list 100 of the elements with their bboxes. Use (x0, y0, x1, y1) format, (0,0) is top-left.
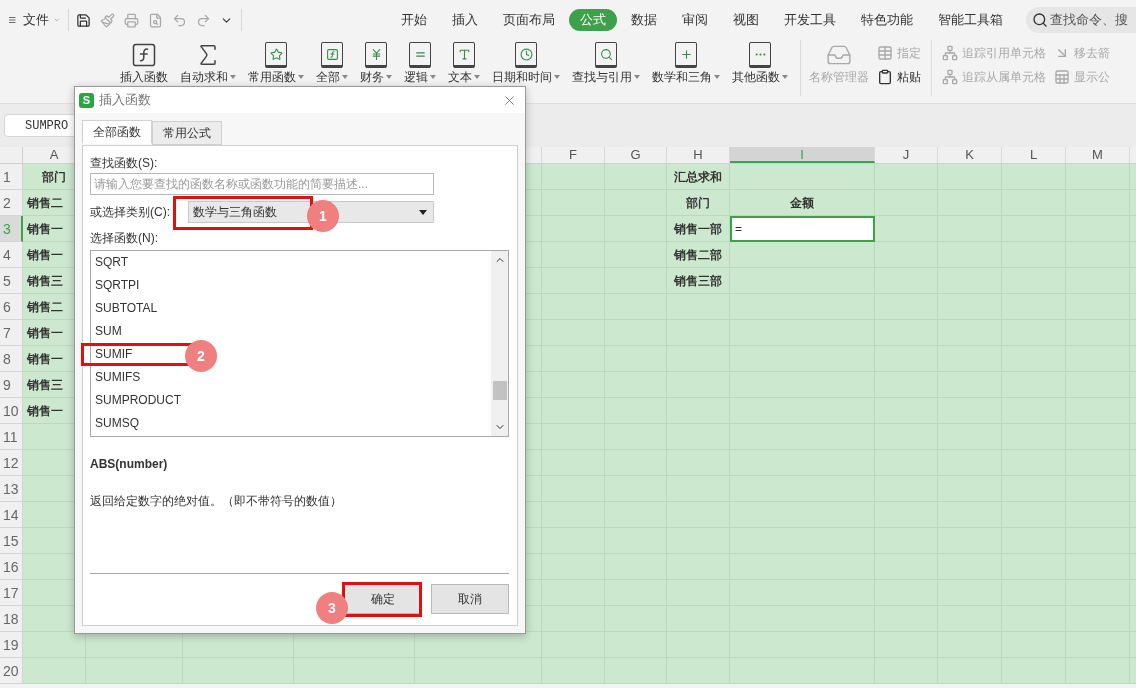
ribbon-tab[interactable]: 开发工具 (773, 9, 847, 31)
redo-icon[interactable] (196, 12, 212, 28)
ribbon-button[interactable]: 常用函数 (242, 40, 310, 84)
scrollbar[interactable] (491, 251, 508, 436)
ribbon-tab[interactable]: 特色功能 (850, 9, 924, 31)
table-cell (875, 216, 938, 242)
ribbon-button[interactable]: 财务 (354, 40, 398, 84)
ribbon-button[interactable]: 逻辑 (398, 40, 442, 84)
row-header[interactable]: 7 (0, 320, 23, 346)
row-header[interactable]: 11 (0, 424, 23, 450)
function-item[interactable]: SUMIF (91, 346, 137, 363)
row-header[interactable]: 8 (0, 346, 23, 372)
column-header[interactable]: J (875, 147, 938, 163)
search-field[interactable]: 请输入您要查找的函数名称或函数功能的简要描述... (90, 173, 434, 195)
ribbon-button[interactable]: 全部 (310, 40, 354, 84)
ribbon-tab[interactable]: 插入 (441, 9, 489, 31)
caret-icon (430, 75, 436, 79)
cancel-button[interactable]: 取消 (431, 584, 509, 614)
column-header[interactable]: F (542, 147, 605, 163)
clock-book-icon (515, 42, 537, 68)
row-header[interactable]: 15 (0, 528, 23, 554)
ribbon-tab[interactable]: 审阅 (671, 9, 719, 31)
row-header[interactable]: 10 (0, 398, 23, 424)
column-header[interactable]: M (1066, 147, 1130, 163)
brush-icon[interactable] (100, 12, 116, 28)
dots-book-icon (749, 42, 771, 68)
row-header[interactable]: 20 (0, 658, 23, 684)
ribbon-button[interactable]: 日期和时间 (486, 40, 566, 84)
row-header[interactable]: 1 (0, 164, 23, 190)
field-label: 查找函数(S): (90, 155, 158, 171)
function-item[interactable]: SQRT (91, 254, 133, 271)
row-header[interactable]: 4 (0, 242, 23, 268)
flow-icon (942, 69, 958, 85)
ribbon-button[interactable]: 其他函数 (726, 40, 794, 84)
ribbon-button[interactable]: 自动求和 (174, 40, 242, 84)
ribbon-button[interactable]: 数学和三角 (646, 40, 726, 84)
ribbon-tab[interactable]: 视图 (722, 9, 770, 31)
table-cell (875, 658, 938, 684)
search-icon (1032, 12, 1048, 28)
function-item[interactable]: SUMIFS (91, 369, 145, 386)
caret-icon (782, 75, 788, 79)
row-header[interactable]: 9 (0, 372, 23, 398)
row-header[interactable]: 2 (0, 190, 23, 216)
function-item[interactable]: SUMSQ (91, 415, 143, 432)
row-header[interactable]: 5 (0, 268, 23, 294)
table-cell (1066, 658, 1130, 684)
table-cell: 汇总求和 (667, 164, 730, 190)
star-book-icon (265, 42, 287, 68)
function-description: 返回给定数字的绝对值。（即不带符号的数值） (90, 493, 342, 510)
table-cell (542, 164, 605, 190)
caret-icon (634, 75, 640, 79)
table-cell (875, 190, 938, 216)
table-cell (938, 164, 1002, 190)
sheet-icon (1054, 69, 1070, 85)
row-header[interactable]: 14 (0, 502, 23, 528)
function-item[interactable]: SUMPRODUCT (91, 392, 185, 409)
function-icon (130, 41, 158, 69)
file-menu[interactable]: 文件 (22, 10, 49, 30)
plus-book-icon (675, 42, 697, 68)
scroll-thumb[interactable] (492, 381, 507, 400)
table-cell: 销售二部 (667, 242, 730, 268)
clipboard-icon (877, 69, 893, 85)
row-header[interactable]: 13 (0, 476, 23, 502)
function-item[interactable]: SUBTOTAL (91, 300, 162, 317)
row-header[interactable]: 6 (0, 294, 23, 320)
function-item[interactable]: SQRTPI (91, 277, 144, 294)
ribbon-tab[interactable]: 页面布局 (492, 9, 566, 31)
ribbon-tab[interactable]: 智能工具箱 (927, 9, 1014, 31)
row-header[interactable]: 12 (0, 450, 23, 476)
row-header[interactable]: 19 (0, 632, 23, 658)
row-header[interactable]: 16 (0, 554, 23, 580)
ribbon-button[interactable]: 文本 (442, 40, 486, 84)
step-badge: 3 (316, 592, 348, 624)
column-header[interactable]: L (1002, 147, 1066, 163)
ribbon-tab[interactable]: 数据 (620, 9, 668, 31)
ribbon-button[interactable]: 粘贴 (877, 68, 921, 86)
column-header[interactable]: K (938, 147, 1002, 163)
dropdown-arrow-icon (419, 210, 427, 215)
yen-book-icon (365, 42, 387, 68)
search-field[interactable]: 查找命令、搜 (1026, 7, 1136, 33)
ribbon-button[interactable]: 查找与引用 (566, 40, 646, 84)
save-icon[interactable] (76, 12, 92, 28)
printer-icon[interactable] (124, 12, 140, 28)
function-item[interactable]: SUM (91, 323, 126, 340)
preview-icon[interactable] (148, 12, 164, 28)
search-book-icon (595, 42, 617, 68)
undo-icon[interactable] (172, 12, 188, 28)
table-cell (542, 658, 605, 684)
column-header[interactable]: G (605, 147, 667, 163)
ribbon-tab[interactable]: 开始 (390, 9, 438, 31)
table-cell[interactable]: = (730, 216, 875, 242)
row-header[interactable]: 17 (0, 580, 23, 606)
dialog-tab[interactable]: 全部函数 (82, 120, 152, 144)
dialog-title: 插入函数 (99, 91, 151, 110)
row-header[interactable]: 18 (0, 606, 23, 632)
dialog-tab[interactable]: 常用公式 (152, 121, 222, 145)
caret-icon (230, 75, 236, 79)
ribbon-button[interactable]: 插入函数 (114, 40, 174, 84)
step-badge: 2 (185, 340, 217, 372)
table-cell (605, 658, 667, 684)
